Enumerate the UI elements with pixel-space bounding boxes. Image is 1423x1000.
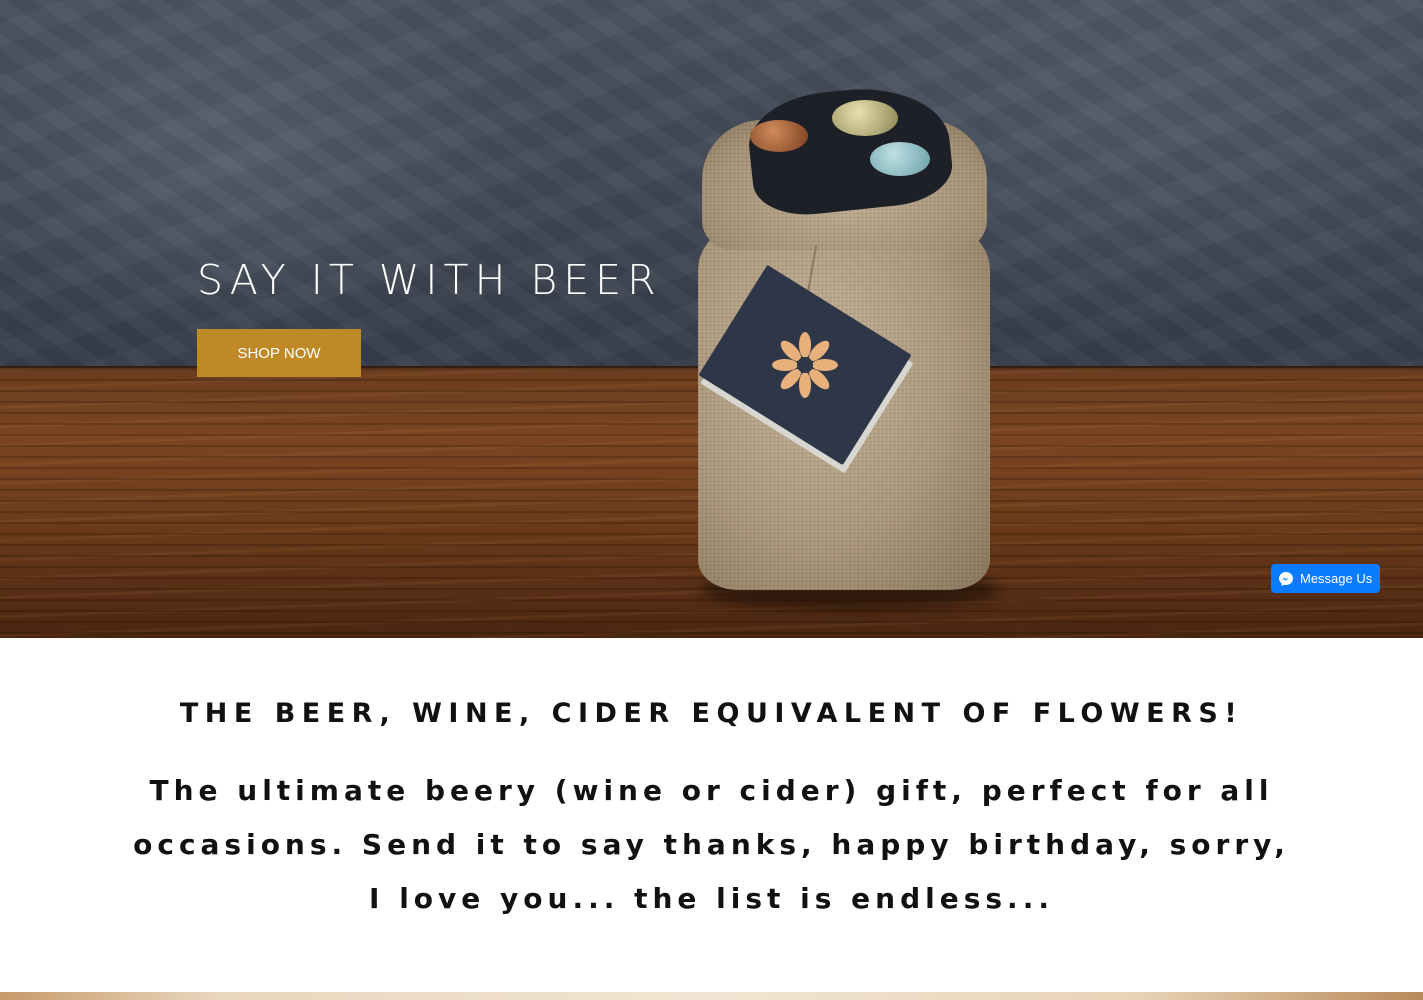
hero-title: SAY IT WITH BEER [197, 256, 662, 304]
next-section-image [0, 992, 1423, 1000]
shop-now-button[interactable]: SHOP NOW [197, 329, 361, 377]
bottle-cap [750, 120, 808, 152]
bottle-cap [870, 142, 930, 176]
flower-logo-icon [772, 332, 838, 398]
messenger-icon [1279, 571, 1293, 586]
gift-bag-image [690, 70, 1010, 610]
message-us-button[interactable]: Message Us [1271, 564, 1380, 593]
message-us-label: Message Us [1300, 571, 1373, 586]
intro-body: The ultimate beery (wine or cider) gift,… [133, 774, 1290, 915]
hero-banner: SAY IT WITH BEER SHOP NOW Message Us [0, 0, 1423, 638]
bottle-cap [832, 100, 898, 136]
intro-heading: THE BEER, WINE, CIDER EQUIVALENT OF FLOW… [179, 698, 1244, 729]
